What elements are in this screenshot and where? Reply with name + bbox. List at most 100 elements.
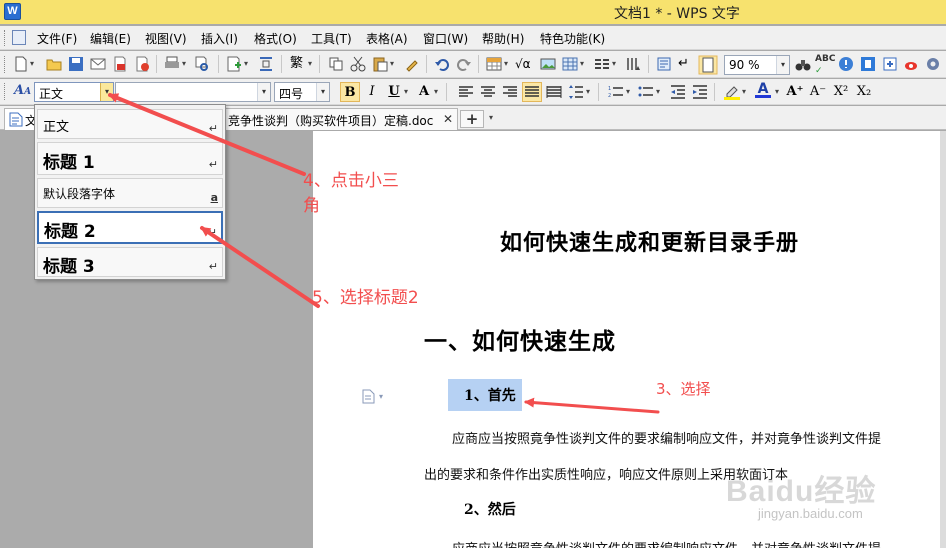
chinese-convert-dropdown-icon[interactable]: ▾ [306,56,314,72]
style-option-heading-3[interactable]: 标题 3 ↵ [37,247,223,277]
undo-icon[interactable] [434,56,450,72]
underline-button[interactable]: U [384,82,404,102]
menu-help[interactable]: 帮助(H) [482,30,524,47]
style-option-heading-1[interactable]: 标题 1 ↵ [37,142,223,175]
paragraph-handle-icon[interactable] [362,389,375,404]
menu-view[interactable]: 视图(V) [145,30,187,47]
open-icon[interactable] [46,56,62,72]
menu-tools[interactable]: 工具(T) [311,30,352,47]
template-icon[interactable] [860,56,876,72]
spell-check-icon[interactable]: ABC ✓ [815,53,835,76]
paste-icon[interactable] [372,56,388,72]
char-scale-dropdown-icon[interactable]: ▾ [432,84,440,100]
close-tab-icon[interactable]: ✕ [443,112,453,126]
bullets-dropdown-icon[interactable]: ▾ [654,84,662,100]
new-doc-icon[interactable] [13,56,29,72]
page-view-icon[interactable] [698,55,718,75]
grid-table-icon[interactable] [562,56,578,72]
highlight-icon[interactable] [724,84,740,100]
zoom-dropdown-icon[interactable]: ▾ [776,56,789,74]
justify-icon[interactable] [522,82,542,102]
style-dropdown-triangle-icon[interactable]: ▾ [100,83,113,101]
print-dropdown-icon[interactable]: ▾ [180,56,188,72]
font-color-dropdown-icon[interactable]: ▾ [773,84,781,100]
document-map-icon[interactable] [656,56,672,72]
menu-window[interactable]: 窗口(W) [423,30,468,47]
menu-doc-icon[interactable] [12,30,26,45]
share-icon[interactable] [882,56,898,72]
document-tab-2[interactable]: 竞争性谈判（购买软件项目）定稿.doc ✕ [225,108,458,130]
line-spacing-dropdown-icon[interactable]: ▾ [584,84,592,100]
text-direction-icon[interactable] [625,56,641,72]
line-spacing-icon[interactable] [568,84,584,100]
paragraph-marks-icon[interactable]: ↵ [678,56,694,72]
menu-table[interactable]: 表格(A) [366,30,408,47]
settings-gear-icon[interactable] [925,56,941,72]
copy-icon[interactable] [328,56,344,72]
style-combo[interactable]: 正文 ▾ [34,82,114,102]
align-right-icon[interactable] [502,84,518,100]
cut-icon[interactable] [350,56,366,72]
bullets-icon[interactable] [638,84,654,100]
formula-icon[interactable]: √α [515,56,531,72]
tab-list-dropdown-icon[interactable]: ▾ [487,110,495,126]
paragraph-handle-dropdown-icon[interactable]: ▾ [377,389,385,405]
increase-indent-icon[interactable] [692,84,708,100]
vertical-scrollbar[interactable] [940,131,946,548]
numbering-dropdown-icon[interactable]: ▾ [624,84,632,100]
menu-insert[interactable]: 插入(I) [201,30,238,47]
find-binoculars-icon[interactable] [795,56,811,72]
menubar-grip[interactable] [4,30,7,46]
traditional-chinese-icon[interactable]: 繁 [290,56,306,72]
style-option-body-text[interactable]: 正文 ↵ [37,109,223,139]
toolbar-grip[interactable] [4,83,7,100]
insert-object-icon[interactable] [226,56,242,72]
style-option-heading-2[interactable]: 标题 2 ↵ [37,211,223,244]
decrease-indent-icon[interactable] [670,84,686,100]
weibo-icon[interactable] [904,56,920,72]
menu-edit[interactable]: 编辑(E) [90,30,131,47]
save-icon[interactable] [68,56,84,72]
highlight-dropdown-icon[interactable]: ▾ [740,84,748,100]
grid-dropdown-icon[interactable]: ▾ [578,56,586,72]
font-dropdown-icon[interactable]: ▾ [257,83,270,101]
zoom-combo[interactable]: 90 % ▾ [724,55,790,75]
send-mail-icon[interactable] [90,56,106,72]
bold-button[interactable]: B [340,82,360,102]
page-break-icon[interactable] [258,56,274,72]
align-center-icon[interactable] [480,84,496,100]
char-scale-button[interactable]: A [414,82,434,102]
columns-icon[interactable] [594,56,610,72]
paste-dropdown-icon[interactable]: ▾ [388,56,396,72]
insert-table-icon[interactable] [486,56,502,72]
insert-picture-icon[interactable] [540,56,556,72]
format-painter-icon[interactable] [404,56,420,72]
shrink-font-button[interactable]: A⁻ [808,82,828,102]
font-color-icon[interactable]: A [755,82,771,98]
menu-file[interactable]: 文件(F) [37,30,77,47]
distributed-align-icon[interactable] [546,84,562,100]
export-pdf-icon[interactable] [112,56,128,72]
underline-dropdown-icon[interactable]: ▾ [402,84,410,100]
font-size-combo[interactable]: 四号 ▾ [274,82,330,102]
insert-dropdown-icon[interactable]: ▾ [242,56,250,72]
close-doc-icon[interactable] [134,56,150,72]
redo-icon[interactable] [456,56,472,72]
font-name-combo[interactable]: ▾ [115,82,271,102]
heading-sub-1-selected[interactable]: 1、首先 [448,379,522,411]
new-doc-dropdown-icon[interactable]: ▾ [28,56,36,72]
table-dropdown-icon[interactable]: ▾ [502,56,510,72]
wps-app-icon[interactable]: W [4,3,21,20]
print-preview-icon[interactable] [194,56,210,72]
online-help-icon[interactable] [838,56,854,72]
subscript-button[interactable]: X₂ [854,82,874,102]
style-option-default-font[interactable]: 默认段落字体 a [37,178,223,208]
menu-format[interactable]: 格式(O) [254,30,297,47]
print-icon[interactable] [164,56,180,72]
toolbar-grip[interactable] [4,56,7,73]
styles-icon[interactable]: AA [14,83,31,99]
columns-dropdown-icon[interactable]: ▾ [610,56,618,72]
new-tab-plus-icon[interactable]: + [460,110,484,128]
menu-special[interactable]: 特色功能(K) [540,30,605,47]
italic-button[interactable]: I [362,82,382,102]
